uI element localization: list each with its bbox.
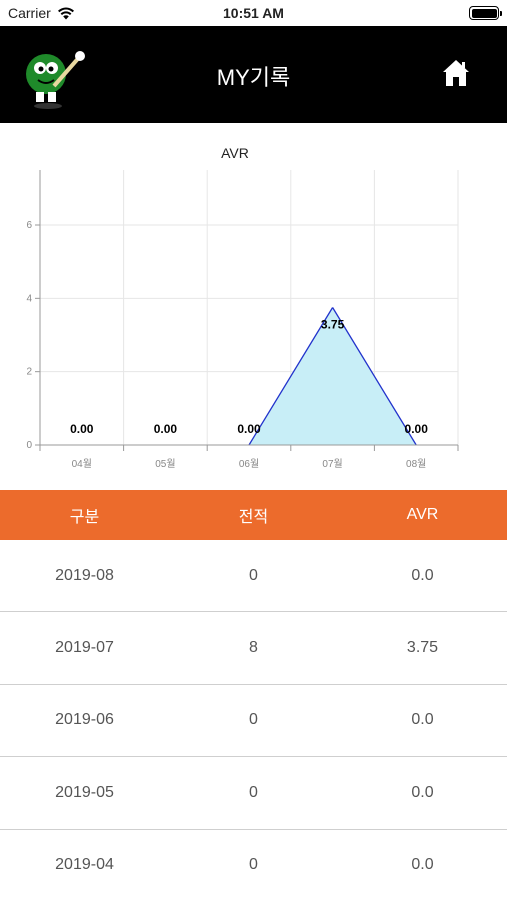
table-row[interactable]: 2019-06 0 0.0 <box>0 685 507 758</box>
cell-record: 0 <box>249 711 258 729</box>
cell-avr: 0.0 <box>411 711 434 729</box>
data-label: 0.00 <box>70 422 94 436</box>
cell-record: 0 <box>249 783 258 801</box>
cell-record: 8 <box>249 639 258 657</box>
nav-bar: MY기록 <box>0 26 507 123</box>
header-record: 전적 <box>238 509 269 526</box>
cell-period: 2019-08 <box>55 566 114 584</box>
cell-record: 0 <box>249 566 258 584</box>
data-label: 0.00 <box>154 422 178 436</box>
header-avr: AVR <box>406 506 439 523</box>
y-tick-label: 2 <box>26 367 32 378</box>
cell-avr: 3.75 <box>406 639 439 657</box>
home-icon[interactable] <box>441 58 471 88</box>
cell-avr: 0.0 <box>411 783 434 801</box>
cell-period: 2019-05 <box>55 783 114 801</box>
table-row[interactable]: 2019-04 0 0.0 <box>0 830 507 900</box>
table-row[interactable]: 2019-07 8 3.75 <box>0 612 507 685</box>
x-tick-label: 08월 <box>406 458 426 470</box>
cell-record: 0 <box>249 856 258 874</box>
y-tick-label: 4 <box>26 293 32 304</box>
data-label: 0.00 <box>237 422 261 436</box>
x-tick-label: 06월 <box>239 458 259 470</box>
x-tick-label: 07월 <box>322 458 342 470</box>
avr-chart: AVR 0 2 4 6 04월 05월 06월 07월 08월 0.00 0.00 0.00 3.75 0… <box>0 123 507 490</box>
table-row[interactable]: 2019-08 0 0.0 <box>0 540 507 613</box>
cell-period: 2019-06 <box>55 711 114 729</box>
status-bar: Carrier 10:51 AM <box>0 0 507 26</box>
battery-icon <box>469 6 502 20</box>
x-tick-label: 05월 <box>155 458 175 470</box>
table-header: 구분 전적 AVR <box>0 490 507 540</box>
table-body: 2019-08 0 0.0 2019-07 8 3.75 2019-06 0 0… <box>0 540 507 900</box>
cell-avr: 0.0 <box>411 856 434 874</box>
header-category: 구분 <box>69 509 100 526</box>
cell-period: 2019-04 <box>55 856 114 874</box>
data-label: 0.00 <box>405 422 429 436</box>
table-row[interactable]: 2019-05 0 0.0 <box>0 757 507 830</box>
page-title: MY기록 <box>216 65 291 90</box>
x-tick-label: 04월 <box>72 458 92 470</box>
chart-canvas: 0 2 4 6 04월 05월 06월 07월 08월 0.00 0.00 0.00 3.75 0.00 <box>26 170 459 470</box>
data-label: 3.75 <box>321 318 345 332</box>
status-time: 10:51 AM <box>223 5 284 21</box>
cell-period: 2019-07 <box>55 639 114 657</box>
cell-avr: 0.0 <box>411 566 434 584</box>
y-tick-label: 6 <box>26 220 32 231</box>
y-tick-label: 0 <box>26 440 32 451</box>
